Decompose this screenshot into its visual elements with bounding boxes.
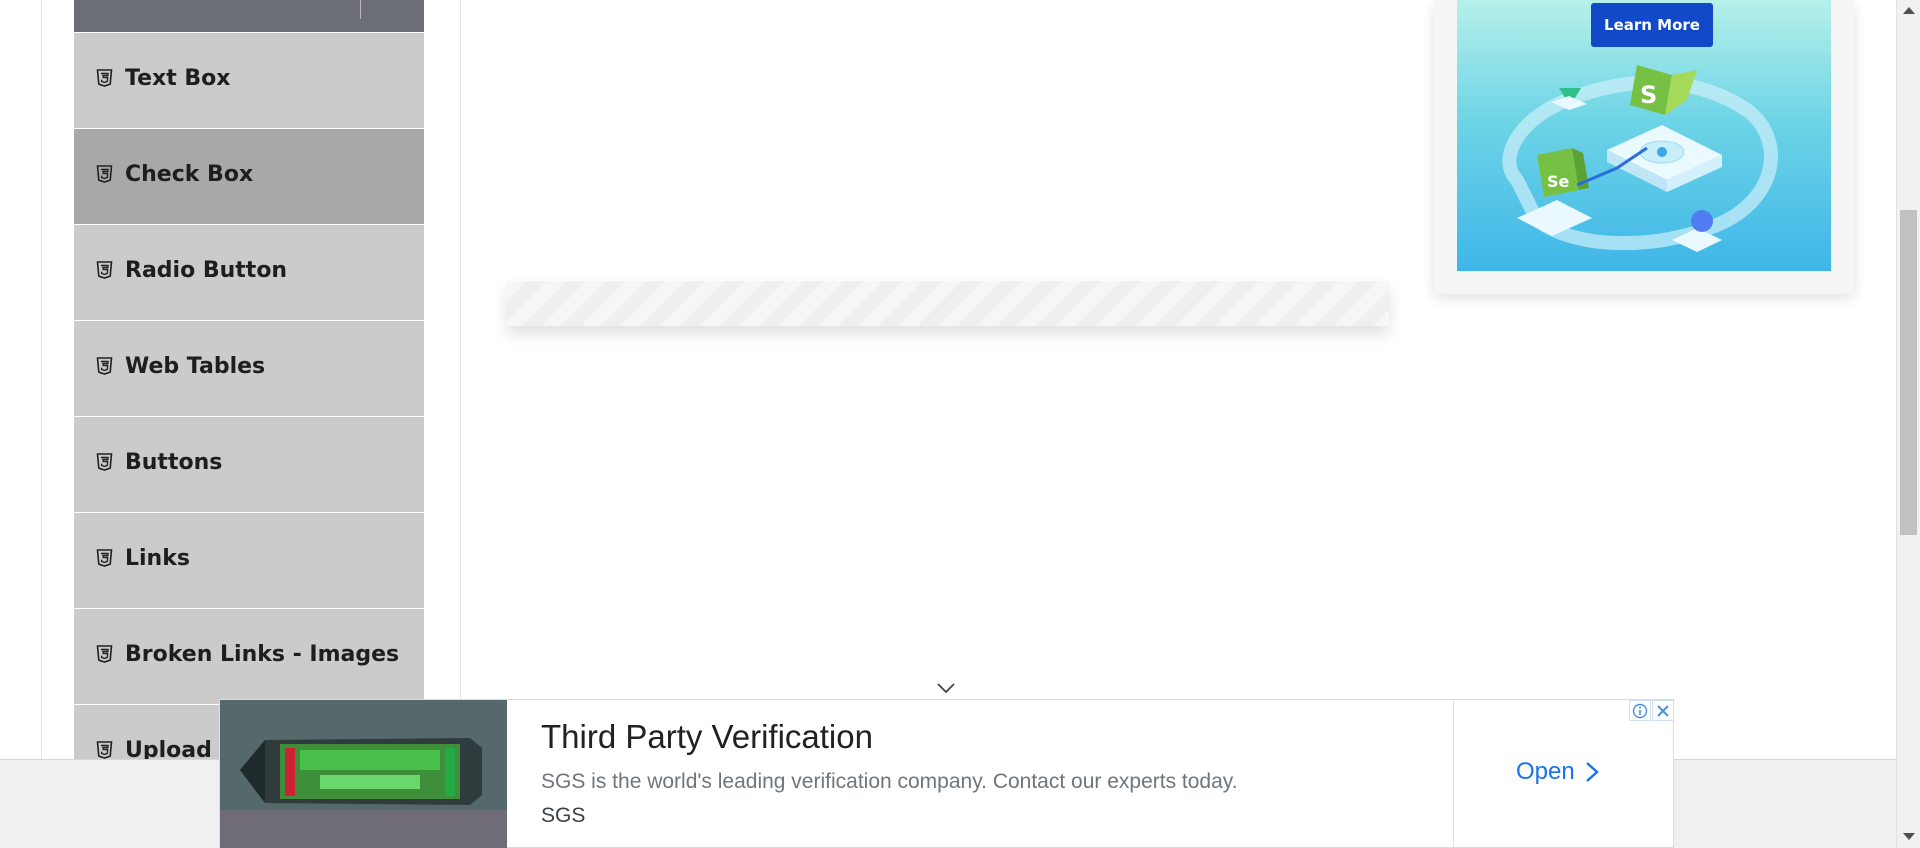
side-ad-card: Learn More S Se	[1434, 0, 1854, 294]
menu-item-label: Radio Button	[125, 258, 288, 283]
menu-item-label: Check Box	[125, 162, 254, 187]
menu-item-label: Text Box	[125, 66, 231, 91]
html5-icon	[96, 164, 113, 183]
badge-se-text: Se	[1547, 172, 1570, 191]
isometric-illustration: S Se	[1502, 65, 1778, 252]
html5-icon	[96, 356, 113, 375]
ad-placeholder-strip	[507, 281, 1389, 326]
scrollbar-thumb[interactable]	[1900, 210, 1917, 535]
bottom-banner-ad[interactable]: Third Party Verification SGS is the worl…	[219, 699, 1674, 848]
close-icon[interactable]	[1652, 700, 1674, 721]
open-button-label: Open	[1516, 758, 1575, 785]
selenium-ad-image[interactable]: Learn More S Se	[1457, 0, 1831, 271]
html5-icon	[96, 644, 113, 663]
info-icon[interactable]	[1629, 700, 1651, 721]
ship-aerial-image[interactable]	[220, 700, 507, 848]
divider	[1453, 700, 1454, 848]
html5-icon	[96, 452, 113, 471]
chevron-right-icon	[1585, 762, 1599, 782]
menu-group-header[interactable]	[74, 0, 424, 32]
menu-item-label: Web Tables	[125, 354, 266, 379]
menu-item-buttons[interactable]: Buttons	[74, 416, 424, 512]
scroll-up-arrow[interactable]	[1903, 7, 1915, 14]
menu-item-label: Links	[125, 546, 190, 571]
menu-item-label: Buttons	[125, 450, 223, 475]
menu-item-check-box[interactable]: Check Box	[74, 128, 424, 224]
menu-item-radio-button[interactable]: Radio Button	[74, 224, 424, 320]
menu-item-label: Broken Links - Images	[125, 642, 400, 667]
banner-ad-description: SGS is the world's leading verification …	[541, 770, 1238, 793]
banner-ad-source: SGS	[541, 804, 586, 827]
scroll-down-arrow[interactable]	[1903, 833, 1915, 840]
html5-icon	[96, 548, 113, 567]
divider	[360, 0, 361, 19]
menu-item-web-tables[interactable]: Web Tables	[74, 320, 424, 416]
html5-icon	[96, 68, 113, 87]
html5-icon	[96, 260, 113, 279]
open-button[interactable]: Open	[1516, 758, 1599, 786]
badge-s-text: S	[1640, 81, 1657, 109]
chevron-down-icon[interactable]	[936, 682, 956, 694]
ship-illustration	[220, 700, 507, 848]
vertical-scrollbar[interactable]	[1896, 0, 1920, 848]
elements-menu: Text Box Check Box Radio Button Web Tabl…	[74, 0, 424, 760]
menu-item-broken-links-images[interactable]: Broken Links - Images	[74, 608, 424, 704]
page: Text Box Check Box Radio Button Web Tabl…	[0, 0, 1920, 848]
html5-icon	[96, 740, 113, 759]
menu-item-links[interactable]: Links	[74, 512, 424, 608]
menu-item-text-box[interactable]: Text Box	[74, 32, 424, 128]
banner-ad-title[interactable]: Third Party Verification	[541, 718, 873, 756]
